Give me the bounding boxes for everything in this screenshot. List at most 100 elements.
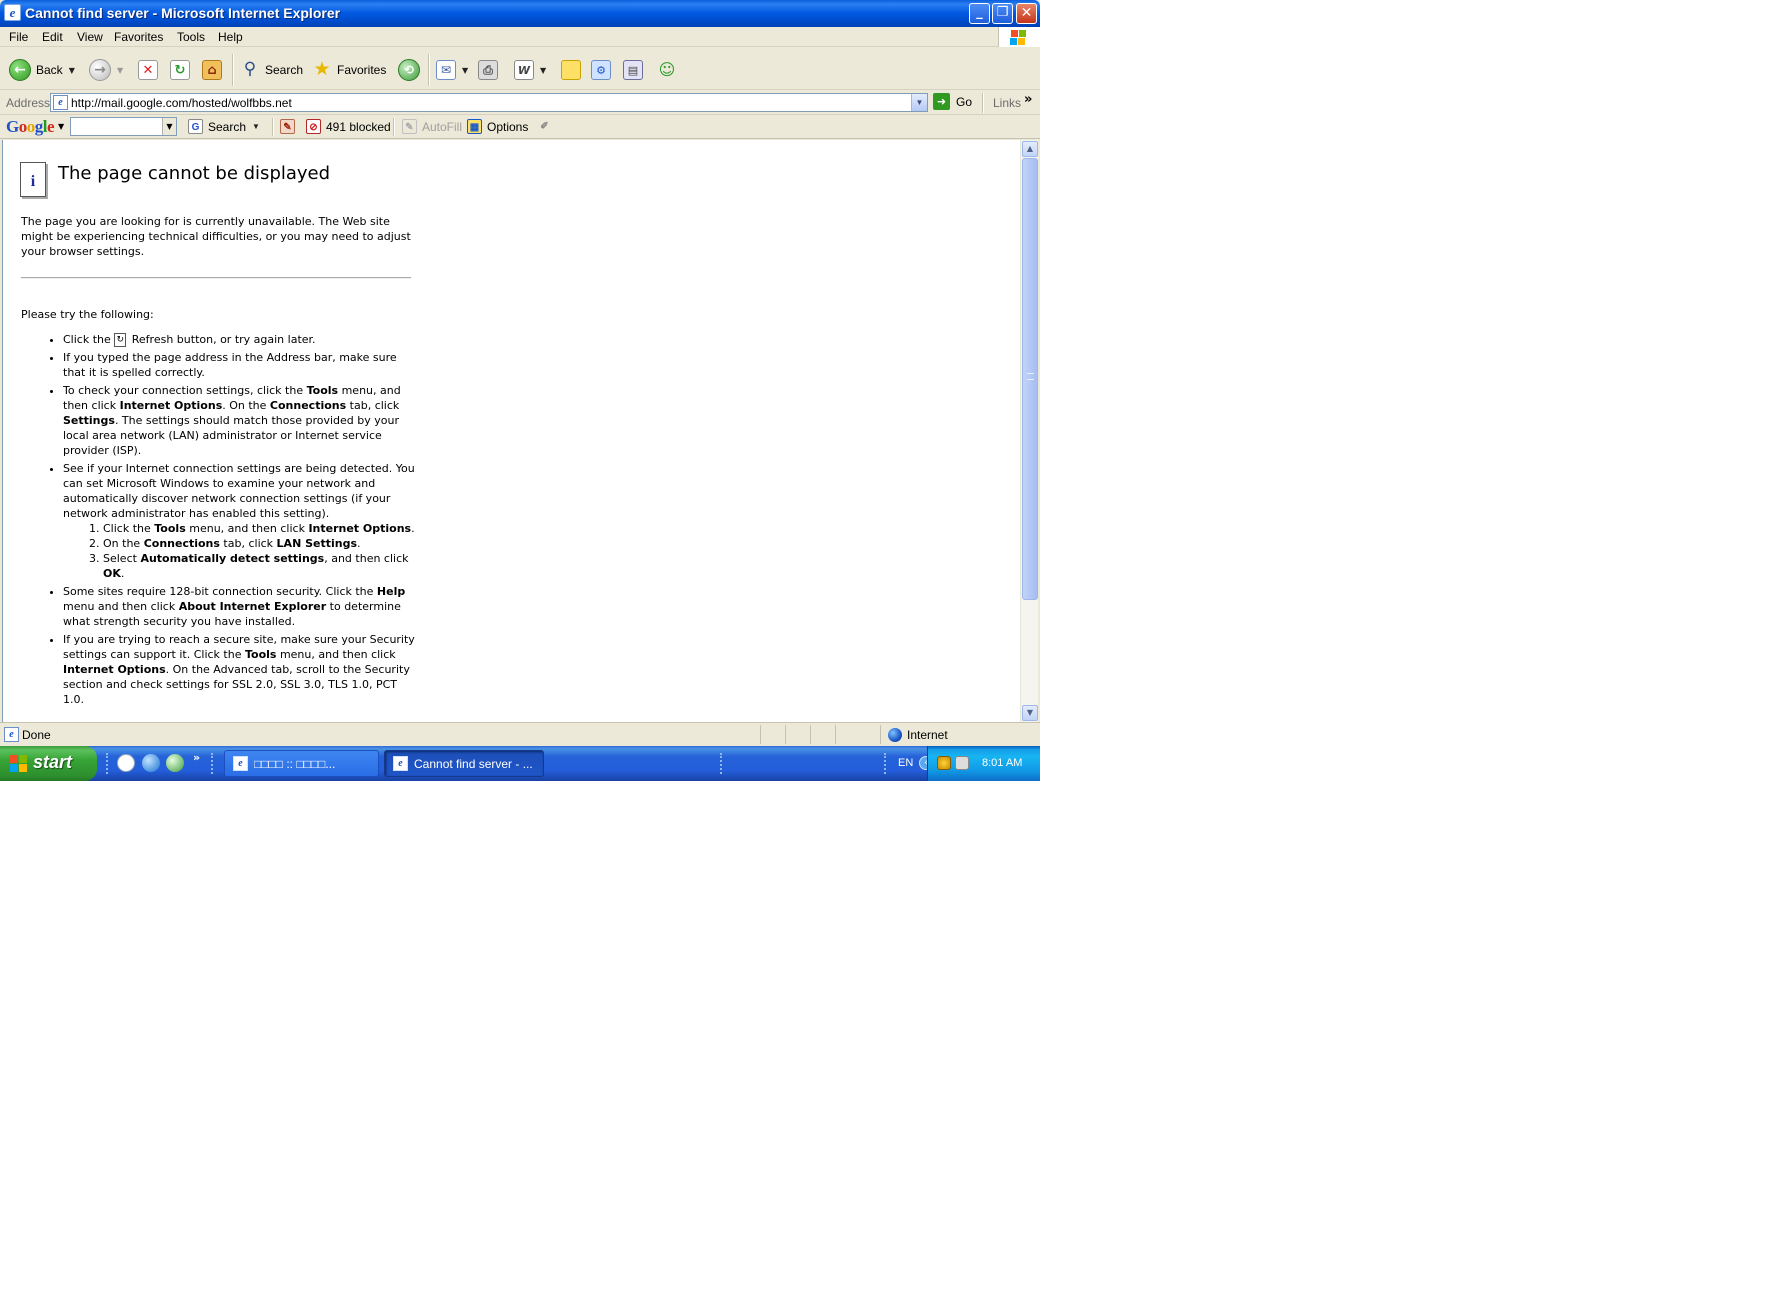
menu-file[interactable]: File xyxy=(9,30,28,44)
task2-label: Cannot find server - ... xyxy=(414,756,533,771)
status-pane xyxy=(880,725,881,744)
print-button[interactable]: ⎙ xyxy=(478,58,498,82)
mail-button[interactable]: ✉ ▼ xyxy=(436,58,468,82)
note-button[interactable] xyxy=(561,58,581,82)
stop-icon: ✕ xyxy=(138,60,158,80)
list-item: If you typed the page address in the Add… xyxy=(63,350,421,380)
sticky-note-icon xyxy=(561,60,581,80)
quicklaunch-ie-icon[interactable] xyxy=(117,754,135,772)
scroll-up-button[interactable]: ▲ xyxy=(1022,141,1038,157)
word-edit-icon: W xyxy=(514,60,534,80)
taskbar-button-task1[interactable]: e □□□□ :: □□□□... xyxy=(224,750,379,777)
edit-dropdown-icon[interactable]: ▼ xyxy=(540,66,546,75)
tray-network-icon[interactable] xyxy=(937,756,951,770)
google-search-dropdown-icon[interactable]: ▼ xyxy=(162,118,176,135)
research-button[interactable]: ⚙ xyxy=(591,58,611,82)
forward-button[interactable]: → ▼ xyxy=(89,58,123,82)
back-label: Back xyxy=(36,63,63,77)
refresh-button[interactable]: ↻ xyxy=(170,58,190,82)
quicklaunch-media-icon[interactable] xyxy=(166,754,184,772)
address-dropdown-icon[interactable]: ▼ xyxy=(911,94,927,111)
mail-icon: ✉ xyxy=(436,60,456,80)
taskbar-grip[interactable] xyxy=(720,753,723,774)
clock[interactable]: 8:01 AM xyxy=(982,757,1022,769)
start-button[interactable]: start xyxy=(0,746,97,781)
quicklaunch-ie-e-icon[interactable] xyxy=(142,754,160,772)
quicklaunch-chevron-icon[interactable]: » xyxy=(193,751,200,764)
messenger-button[interactable]: ☺ xyxy=(657,58,677,82)
language-indicator[interactable]: EN xyxy=(898,757,913,769)
menu-edit[interactable]: Edit xyxy=(42,30,63,44)
menu-view[interactable]: View xyxy=(77,30,103,44)
taskbar-button-task2[interactable]: e Cannot find server - ... xyxy=(384,750,544,777)
scroll-grip-icon xyxy=(1027,373,1034,380)
google-search-options-icon[interactable]: ▼ xyxy=(252,122,260,131)
history-button[interactable]: ⟲ xyxy=(398,58,420,82)
back-dropdown-icon[interactable]: ▼ xyxy=(69,66,75,75)
stop-button[interactable]: ✕ xyxy=(138,58,158,82)
pagerank-button[interactable]: ✎ xyxy=(280,119,300,134)
menu-favorites[interactable]: Favorites xyxy=(114,30,163,44)
system-tray: 8:01 AM xyxy=(927,746,1040,781)
messenger-icon: ☺ xyxy=(658,60,676,79)
highlight-button[interactable]: ✐ xyxy=(537,119,557,134)
discuss-icon: ▤ xyxy=(623,60,643,80)
home-button[interactable]: ⌂ xyxy=(202,58,222,82)
list-item: Click the ↻ Refresh button, or try again… xyxy=(63,332,421,347)
close-button[interactable]: ✕ xyxy=(1016,3,1037,24)
scroll-thumb[interactable] xyxy=(1022,158,1038,600)
divider xyxy=(21,277,411,279)
ie-window: e Cannot find server - Microsoft Interne… xyxy=(0,0,1040,781)
google-search-input[interactable]: ▼ xyxy=(70,117,177,136)
chevron-right-icon[interactable]: » xyxy=(1024,92,1032,107)
autofill-icon: ✎ xyxy=(402,119,417,134)
page-content: i The page cannot be displayed The page … xyxy=(2,140,1020,722)
tray-device-icon[interactable] xyxy=(955,756,969,770)
search-button[interactable]: ⚲ Search xyxy=(240,58,303,82)
popup-blocker-button[interactable]: ⊘ 491 blocked xyxy=(306,119,391,134)
links-button[interactable]: Links xyxy=(993,96,1021,110)
sub-list-item: On the Connections tab, click LAN Settin… xyxy=(103,536,421,551)
autofill-button[interactable]: ✎ AutoFill xyxy=(402,119,462,134)
address-url[interactable]: http://mail.google.com/hosted/wolfbbs.ne… xyxy=(71,96,292,110)
google-menu-dropdown-icon[interactable]: ▼ xyxy=(58,122,64,131)
google-logo[interactable]: Google xyxy=(6,117,55,137)
refresh-icon: ↻ xyxy=(170,60,190,80)
favorites-star-icon: ★ xyxy=(313,58,331,80)
menu-help[interactable]: Help xyxy=(218,30,243,44)
taskbar-grip[interactable] xyxy=(211,753,214,774)
go-button[interactable]: ➜ Go xyxy=(933,93,972,110)
google-search-button[interactable]: G Search ▼ xyxy=(188,119,260,134)
list-item: If you are trying to reach a secure site… xyxy=(63,632,421,707)
mail-dropdown-icon[interactable]: ▼ xyxy=(462,66,468,75)
address-input[interactable]: e http://mail.google.com/hosted/wolfbbs.… xyxy=(50,93,928,112)
edit-button[interactable]: W ▼ xyxy=(514,58,546,82)
home-icon: ⌂ xyxy=(202,60,222,80)
address-bar: Address e http://mail.google.com/hosted/… xyxy=(0,91,1040,115)
favorites-label: Favorites xyxy=(337,63,387,77)
vertical-scrollbar[interactable]: ▲ ▼ xyxy=(1020,140,1038,722)
favorites-button[interactable]: ★ Favorites xyxy=(312,58,386,82)
menu-tools[interactable]: Tools xyxy=(177,30,205,44)
toolbar-separator xyxy=(232,54,234,86)
page-title: The page cannot be displayed xyxy=(58,163,331,184)
title-bar[interactable]: e Cannot find server - Microsoft Interne… xyxy=(0,0,1040,27)
scroll-down-button[interactable]: ▼ xyxy=(1022,705,1038,721)
minimize-button[interactable]: _ xyxy=(969,3,990,24)
forward-dropdown-icon[interactable]: ▼ xyxy=(117,66,123,75)
page-description: The page you are looking for is currentl… xyxy=(21,215,411,258)
options-button[interactable]: ▦ Options xyxy=(467,119,528,134)
taskbar-grip[interactable] xyxy=(106,753,109,774)
discuss-button[interactable]: ▤ xyxy=(623,58,643,82)
restore-button[interactable]: ❐ xyxy=(992,3,1013,24)
back-button[interactable]: ← Back ▼ xyxy=(9,58,75,82)
address-label: Address xyxy=(6,96,51,110)
status-pane xyxy=(760,725,761,744)
popup-blocked-count: 491 blocked xyxy=(326,119,391,134)
popup-blocker-icon: ⊘ xyxy=(306,119,321,134)
internet-zone-globe-icon xyxy=(888,728,902,742)
taskbar-grip[interactable] xyxy=(884,753,887,774)
windows-start-icon xyxy=(10,755,28,773)
status-pane xyxy=(835,725,836,744)
start-label: start xyxy=(33,752,73,772)
